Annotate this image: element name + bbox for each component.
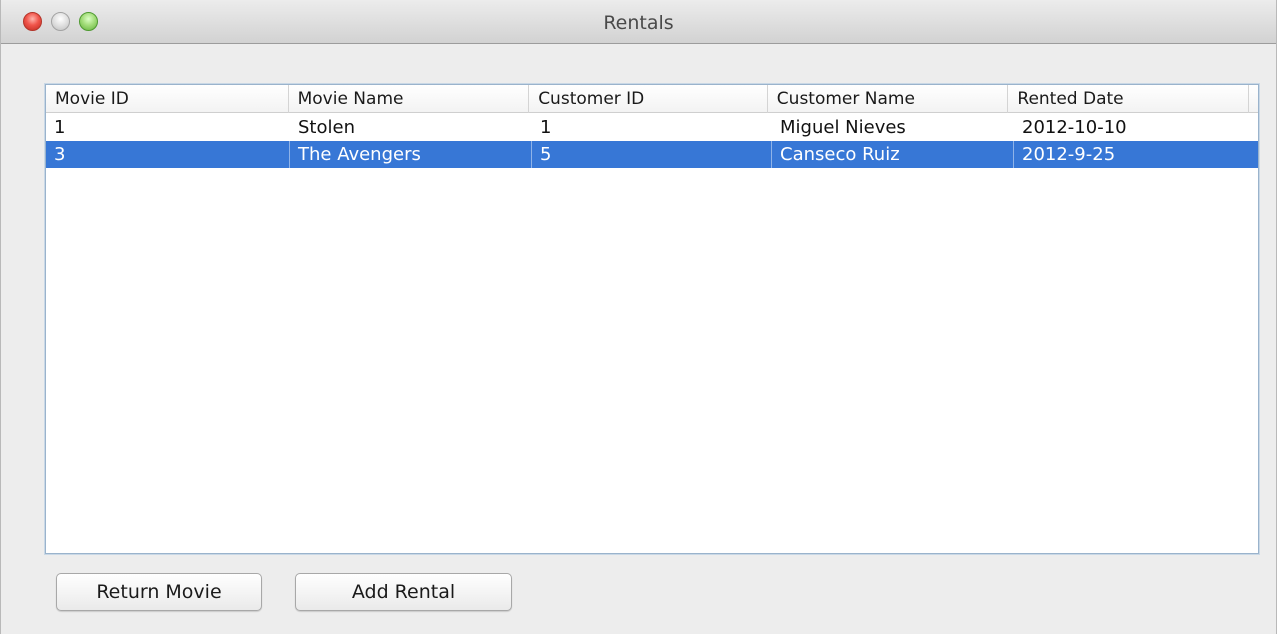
cell-customer-id[interactable]: 5 <box>532 141 772 168</box>
rentals-window: Rentals Movie ID Movie Name Customer ID … <box>0 0 1277 634</box>
column-header-customer-id[interactable]: Customer ID <box>529 85 768 113</box>
cell-customer-name[interactable]: Canseco Ruiz <box>772 141 1014 168</box>
cell-rented-date[interactable]: 2012-9-25 <box>1014 141 1256 168</box>
column-header-rented-date[interactable]: Rented Date <box>1008 85 1249 113</box>
table-row[interactable]: 1 Stolen 1 Miguel Nieves 2012-10-10 <box>46 114 1258 141</box>
column-header-customer-name[interactable]: Customer Name <box>768 85 1009 113</box>
table-body: 1 Stolen 1 Miguel Nieves 2012-10-10 3 Th… <box>46 114 1258 168</box>
table-row-selected[interactable]: 3 The Avengers 5 Canseco Ruiz 2012-9-25 <box>46 141 1258 168</box>
add-rental-button[interactable]: Add Rental <box>295 573 512 611</box>
cell-movie-name[interactable]: Stolen <box>290 114 532 141</box>
return-movie-button[interactable]: Return Movie <box>56 573 262 611</box>
cell-movie-name[interactable]: The Avengers <box>290 141 532 168</box>
window-title: Rentals <box>603 12 674 34</box>
column-header-movie-id[interactable]: Movie ID <box>46 85 289 113</box>
cell-movie-id[interactable]: 3 <box>46 141 290 168</box>
rentals-table-scroll-pane[interactable]: Movie ID Movie Name Customer ID Customer… <box>45 84 1259 554</box>
column-header-filler <box>1249 85 1258 113</box>
table-header: Movie ID Movie Name Customer ID Customer… <box>46 85 1258 113</box>
cell-rented-date[interactable]: 2012-10-10 <box>1014 114 1256 141</box>
title-bar[interactable]: Rentals <box>1 0 1276 44</box>
cell-customer-id[interactable]: 1 <box>532 114 772 141</box>
cell-customer-name[interactable]: Miguel Nieves <box>772 114 1014 141</box>
column-header-movie-name[interactable]: Movie Name <box>289 85 530 113</box>
cell-movie-id[interactable]: 1 <box>46 114 290 141</box>
